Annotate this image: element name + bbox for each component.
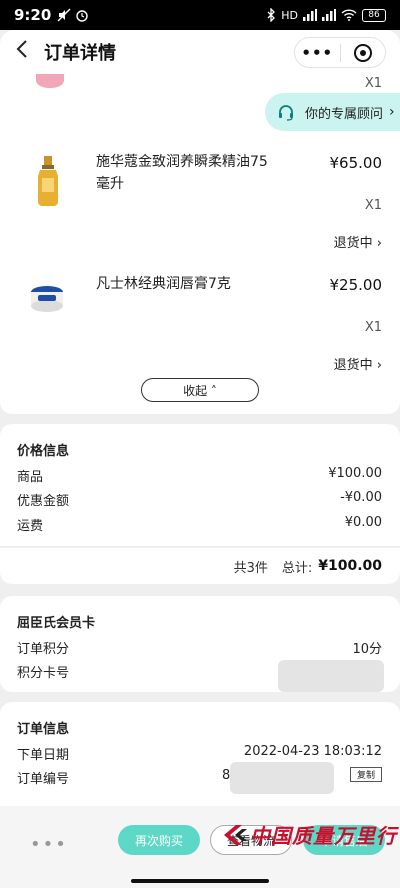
order-number-label: 订单编号: [17, 772, 70, 787]
miniapp-capsule: •••: [294, 37, 386, 68]
product-name-2[interactable]: 施华蔻金致润养瞬柔精油75毫升: [96, 151, 281, 195]
more-button[interactable]: •••: [295, 44, 340, 62]
collapse-button[interactable]: 收起 ˄: [141, 378, 259, 402]
app: 9:20 HD 86 订单详情 ••• X1 施华蔻金致润养瞬柔精油75毫升 ¥…: [0, 0, 400, 888]
status-notification-icons: [57, 8, 89, 22]
close-miniapp-button[interactable]: [341, 43, 386, 62]
product-name-3[interactable]: 凡士林经典润唇膏7克: [96, 273, 281, 295]
member-points-label: 订单积分: [17, 642, 70, 657]
page-title: 订单详情: [44, 43, 116, 64]
product-price-3: ¥25.00: [329, 276, 383, 294]
status-right: HD 86: [266, 8, 386, 22]
price-row-label-discount: 优惠金额: [17, 494, 70, 509]
product-status-2[interactable]: 退货中 ›: [334, 232, 382, 251]
watermark-text: 中国质量万里行: [250, 824, 397, 848]
mute-icon: [57, 8, 71, 22]
product-image-1[interactable]: [36, 74, 64, 88]
product-image-3[interactable]: [30, 284, 64, 314]
bluetooth-icon: [267, 8, 276, 22]
home-indicator[interactable]: [131, 879, 269, 883]
order-info-title: 订单信息: [17, 722, 70, 737]
product-image-2[interactable]: [36, 156, 60, 206]
target-icon: [353, 43, 372, 62]
watermark-mark-icon: [224, 825, 247, 845]
price-row-label-shipping: 运费: [17, 519, 44, 534]
wifi-icon: [341, 9, 357, 21]
status-bar: 9:20 HD 86: [0, 0, 400, 30]
rebuy-button[interactable]: 再次购买: [118, 825, 200, 855]
member-card-label: 积分卡号: [17, 666, 70, 681]
total-count: 共3件: [233, 560, 268, 576]
battery-icon: 86: [362, 8, 386, 22]
back-button[interactable]: [2, 39, 42, 65]
price-info-title: 价格信息: [17, 444, 70, 459]
total-label: 总计:: [281, 560, 313, 576]
more-actions-button[interactable]: •••: [30, 834, 68, 855]
product-qty-1: X1: [364, 76, 382, 91]
copy-button[interactable]: 复制: [350, 767, 382, 782]
order-date-label: 下单日期: [17, 748, 70, 763]
order-date-value: 2022-04-23 18:03:12: [243, 744, 382, 759]
redacted-order-number: [230, 762, 334, 794]
signal-icon-2: [322, 9, 336, 21]
member-points-value: 10分: [352, 642, 382, 657]
member-card-section: 屈臣氏会员卡 订单积分 10分 积分卡号: [0, 596, 400, 692]
price-row-label-goods: 商品: [17, 470, 44, 485]
signal-icon: [303, 9, 317, 21]
chevron-left-icon: [16, 40, 27, 58]
status-time: 9:20: [14, 6, 52, 24]
order-info-card: 订单信息 下单日期 2022-04-23 18:03:12 订单编号 8 复制: [0, 702, 400, 806]
watermark-logo: 中国质量万里行: [222, 820, 397, 849]
product-qty-3: X1: [364, 320, 382, 335]
order-total-bar: 共3件 总计: ¥100.00: [0, 548, 400, 584]
product-qty-2: X1: [364, 198, 382, 213]
advisor-label: 你的专属顾问: [305, 106, 384, 122]
advisor-button[interactable]: 你的专属顾问 ›: [265, 93, 400, 131]
member-title: 屈臣氏会员卡: [17, 616, 96, 631]
page-header: 订单详情 •••: [0, 30, 400, 74]
alarm-icon: [76, 10, 89, 22]
network-label: HD: [281, 8, 298, 22]
product-price-2: ¥65.00: [329, 154, 383, 172]
product-status-3[interactable]: 退货中 ›: [334, 354, 382, 373]
price-info-card: 价格信息 商品 ¥100.00 优惠金额 -¥0.00 运费 ¥0.00: [0, 424, 400, 546]
price-row-value-goods: ¥100.00: [328, 466, 382, 481]
total-amount: ¥100.00: [318, 558, 382, 574]
redacted-card-number: [278, 660, 384, 692]
headset-icon: [279, 105, 293, 121]
chevron-right-icon: ›: [389, 104, 395, 120]
price-row-value-shipping: ¥0.00: [344, 515, 382, 530]
price-row-value-discount: -¥0.00: [340, 490, 382, 505]
